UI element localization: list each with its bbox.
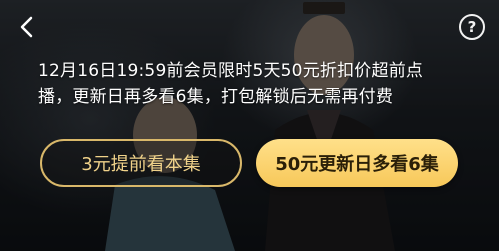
video-paywall-screen: ? 12月16日19:59前会员限时5天50元折扣价超前点 播，更新日再多看6集…: [0, 0, 499, 251]
chevron-left-icon: [20, 16, 33, 38]
message-line-2: 播，更新日再多看6集，打包解锁后无需再付费: [38, 87, 394, 107]
question-mark-icon: ?: [467, 18, 477, 36]
buy-package-label: 50元更新日多看6集: [275, 154, 439, 175]
back-button[interactable]: [14, 14, 40, 40]
help-button[interactable]: ?: [459, 14, 485, 40]
buy-single-episode-button[interactable]: 3元提前看本集: [40, 139, 242, 187]
dim-overlay: [0, 0, 499, 251]
paywall-message: 12月16日19:59前会员限时5天50元折扣价超前点 播，更新日再多看6集，打…: [38, 58, 468, 110]
buy-package-button[interactable]: 50元更新日多看6集: [256, 139, 458, 187]
buy-single-episode-label: 3元提前看本集: [81, 154, 201, 175]
message-line-1: 12月16日19:59前会员限时5天50元折扣价超前点: [38, 61, 424, 81]
